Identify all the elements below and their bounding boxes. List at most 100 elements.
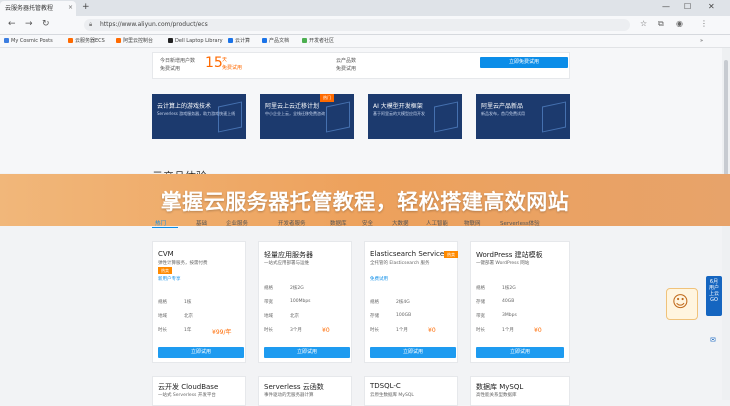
tab-hot[interactable]: 热门 [155,219,166,227]
stat-sub: 免费试用 [336,66,357,72]
spec-label: 存储 [370,314,379,319]
bookmark-icon [4,38,9,43]
bookmark-icon [262,38,267,43]
product-desc: 一站式 Serverless 开发平台 [158,393,216,398]
spec-label: 带宽 [476,314,485,319]
spec-value: 北京 [184,314,193,319]
bookmark-icon [168,38,173,43]
spec-label: 规格 [158,300,167,305]
product-name: 云开发 CloudBase [158,383,219,391]
promo-illustration [326,101,350,133]
spec-label: 带宽 [264,300,273,305]
address-bar[interactable]: https://www.aliyun.com/product/ecs [84,19,630,31]
product-desc: 云原生数据库 MySQL [370,393,414,398]
product-name: 数据库 MySQL [476,383,524,391]
try-button[interactable]: 立即试用 [158,347,244,358]
maximize-icon[interactable]: ☐ [684,2,691,11]
stat-unit: 天 [222,57,228,63]
browser-tab-strip [0,0,730,16]
spec-label: 规格 [476,286,485,291]
product-name: 轻量应用服务器 [264,251,313,259]
spec-label: 地域 [264,314,273,319]
tab-close-icon[interactable]: × [68,4,73,11]
spec-label: 规格 [370,300,379,305]
extensions-icon[interactable]: ⧉ [658,19,664,29]
reload-icon[interactable]: ↻ [42,19,50,29]
spec-label: 规格 [264,286,273,291]
tab-enterprise[interactable]: 企业服务 [226,219,248,227]
forward-icon[interactable]: → [25,19,33,29]
bookmark-item[interactable]: Dell Laptop Library [168,36,223,46]
spec-value: 100Mbps [290,299,311,304]
spec-value: 40GB [502,299,515,304]
tab-developer[interactable]: 开发者服务 [278,219,306,227]
spec-value: 3Mbps [502,313,517,318]
try-button[interactable]: 立即试用 [476,347,564,358]
product-price: ¥0 [428,327,436,334]
browser-tab[interactable]: 云服务器托管教程 [0,1,76,16]
tab-security[interactable]: 安全 [362,219,373,227]
new-tab-button[interactable]: + [82,2,90,12]
tab-basic[interactable]: 基础 [196,219,207,227]
product-link[interactable]: 新用户专享 [158,276,181,282]
bookmark-item[interactable]: 云服务器ECS [68,36,105,46]
product-name: Serverless 云函数 [264,383,324,391]
product-link[interactable]: 免费试用 [370,276,388,282]
try-button[interactable]: 立即试用 [264,347,350,358]
menu-icon[interactable]: ⋮ [700,19,708,28]
promo-illustration [434,101,458,133]
spec-value: 北京 [290,314,299,319]
close-window-icon[interactable]: ✕ [708,2,715,11]
try-button[interactable]: 立即试用 [370,347,456,358]
scrollbar-thumb[interactable] [724,60,728,180]
bookmark-item[interactable]: 云计算 [228,36,250,46]
mail-icon[interactable]: ✉ [710,336,716,344]
product-card [364,376,458,406]
spec-value: 1年 [184,328,192,333]
bookmark-item[interactable]: 产品文档 [262,36,289,46]
promo-card[interactable]: AI 大模型开发框架 基于阿里云的大模型应用开发 [368,94,462,139]
product-desc: 一站式应用部署与运维 [264,261,309,266]
bookmarks-more-icon[interactable]: » [700,36,703,46]
star-icon[interactable]: ☆ [640,19,647,28]
spec-label: 存储 [476,300,485,305]
promo-card[interactable]: 阿里云产品新品 新品发布，首月免费试用 [476,94,570,139]
spec-value: 100GB [396,313,412,318]
spec-label: 时长 [158,328,167,333]
bookmark-item[interactable]: My Cosmic Posts [4,36,53,46]
spec-label: 时长 [264,328,273,333]
promo-card[interactable]: 阿里云上云迁移计划 中小企业上云，全栈迁移免费咨询 热门 [260,94,354,139]
lock-icon: 🔒︎ [89,21,93,28]
promo-illustration [542,101,566,133]
product-price: ¥99/年 [212,329,232,336]
profile-icon[interactable]: ◉ [676,19,683,28]
spec-label: 时长 [476,328,485,333]
tab-iot[interactable]: 物联网 [464,219,481,227]
bookmark-item[interactable]: 阿里云控制台 [116,36,153,46]
spec-label: 时长 [370,328,379,333]
spec-value: 1个月 [396,328,408,333]
tab-bigdata[interactable]: 大数据 [392,219,409,227]
tab-ai[interactable]: 人工智能 [426,219,448,227]
bookmark-icon [302,38,307,43]
mascot-icon: ☺ [672,292,689,311]
promo-title: AI 大模型开发框架 [373,103,423,110]
tab-database[interactable]: 数据库 [330,219,347,227]
stat-unit-sub: 免费试用 [222,65,243,71]
stat-number: 15 [205,55,223,71]
product-name: CVM [158,250,174,258]
promo-card[interactable]: 云计算上的游戏技术 Serverless 游戏服务器，助力游戏快速上线 [152,94,246,139]
minimize-icon[interactable]: — [662,2,670,11]
back-icon[interactable]: ← [8,19,16,29]
stat-sub: 免费试用 [160,66,181,72]
product-price: ¥0 [534,327,542,334]
bookmark-item[interactable]: 开发者社区 [302,36,334,46]
product-badge: 热卖 [158,267,172,274]
spec-value: 3个月 [290,328,302,333]
product-name: WordPress 建站模板 [476,251,543,259]
spec-value: 2核2G [290,286,304,291]
tab-serverless[interactable]: Serverless体验 [500,219,540,227]
free-trial-button[interactable]: 立即免费试用 [480,57,568,68]
promo-tag: 热门 [320,94,334,102]
floating-promo-text: 6月 用户 上云 GO [708,279,719,303]
